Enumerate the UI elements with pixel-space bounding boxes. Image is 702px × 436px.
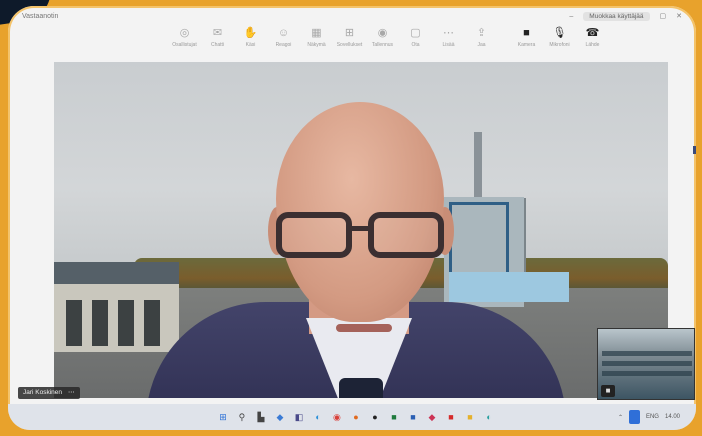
toolbar-camera-button[interactable]: ■ Kamera	[510, 26, 543, 60]
title-bar: Vastaanotin – Muokkaa käyttäjää ▢ ✕	[8, 6, 696, 26]
camera-toggle-icon[interactable]: ■	[601, 385, 615, 397]
acrobat-icon[interactable]: ■	[445, 411, 457, 423]
leave-icon: ☎	[585, 27, 600, 39]
window-controls: – Muokkaa käyttäjää ▢ ✕	[569, 11, 682, 21]
toolbar-capture-button[interactable]: ▢ Ota	[399, 26, 432, 60]
files-icon[interactable]: ■	[464, 411, 476, 423]
toolbar-participants-button[interactable]: ◎ Osallistujat	[168, 26, 201, 60]
chat-icon: ✉	[212, 27, 223, 39]
search-icon[interactable]: ⚲	[236, 411, 248, 423]
language-indicator[interactable]: ENG	[646, 414, 659, 420]
toolbar-label: Kamera	[517, 42, 536, 48]
speaker-glasses	[276, 212, 450, 258]
toolbar-view-button[interactable]: ▦ Näkymä	[300, 26, 333, 60]
more-options-icon[interactable]: ⋯	[68, 389, 75, 396]
main-video	[54, 62, 668, 398]
meeting-toolbar: ◎ Osallistujat ✉ Chatti ✋ Käsi ☺ Reagoi ▦ Näkymä ⊞…	[168, 26, 693, 60]
storage-tank	[449, 272, 569, 302]
toolbar-label: Sovellukset	[336, 42, 363, 48]
self-view-video[interactable]: ■	[597, 328, 695, 400]
mast	[524, 198, 526, 278]
participants-icon: ◎	[179, 27, 190, 39]
close-icon[interactable]: ✕	[676, 12, 682, 20]
toolbar-label: Jaa	[477, 42, 486, 48]
toolbar-apps-button[interactable]: ⊞ Sovellukset	[333, 26, 366, 60]
view-icon: ▦	[311, 27, 322, 39]
toolbar-chat-button[interactable]: ✉ Chatti	[201, 26, 234, 60]
warehouse	[54, 262, 179, 352]
monitor-screen: Vastaanotin – Muokkaa käyttäjää ▢ ✕ ◎ Osa…	[8, 6, 696, 430]
toolbar-mic-button[interactable]: 🎙 Mikrofoni	[543, 26, 576, 60]
react-icon: ☺	[277, 27, 290, 39]
excel-icon[interactable]: ■	[388, 411, 400, 423]
share-icon: ⇪	[476, 27, 487, 39]
edge-icon[interactable]: ◐	[312, 411, 324, 423]
notification-badge[interactable]	[628, 410, 640, 424]
maximize-icon[interactable]: ▢	[660, 12, 667, 20]
start-icon[interactable]: ⊞	[217, 411, 229, 423]
toolbar-label: Osallistujat	[172, 42, 197, 48]
toolbar-share-button[interactable]: ⇪ Jaa	[465, 26, 498, 60]
store-icon[interactable]: ◐	[483, 411, 495, 423]
minimize-icon[interactable]: –	[569, 13, 573, 20]
participant-name: Jari Koskinen	[23, 389, 63, 396]
toolbar-label: Lähde	[585, 42, 600, 48]
plant-frame	[449, 202, 509, 282]
toolbar-label: Chatti	[210, 42, 225, 48]
speaker-tie	[339, 378, 383, 398]
taskbar: ⊞ ⚲ ▙ ◆ ◧ ◐ ◉ ● ● ■ ■ ◆ ■ ■ ◐ ⌃ ENG 14.00	[8, 404, 696, 430]
tray-chevron-icon[interactable]: ⌃	[618, 414, 623, 421]
participant-name-chip[interactable]: Jari Koskinen ⋯	[18, 387, 80, 399]
toolbar-label: Tallennus	[371, 42, 394, 48]
record-icon: ◉	[377, 27, 388, 39]
toolbar-label: Näkymä	[307, 42, 326, 48]
user-chip[interactable]: Muokkaa käyttäjää	[583, 11, 650, 21]
taskview-icon[interactable]: ▙	[255, 411, 267, 423]
widgets-icon[interactable]: ◆	[274, 411, 286, 423]
side-indicator	[693, 146, 696, 154]
notify-icon[interactable]: ◆	[426, 411, 438, 423]
toolbar-label: Reagoi	[275, 42, 292, 48]
camera-icon: ■	[523, 27, 530, 39]
mic-icon: 🎙	[552, 27, 567, 39]
word-icon[interactable]: ■	[407, 411, 419, 423]
toolbar-more-button[interactable]: ⋯ Lisää	[432, 26, 465, 60]
apps-icon: ⊞	[344, 27, 355, 39]
toolbar-hand-button[interactable]: ✋ Käsi	[234, 26, 267, 60]
app-icon[interactable]: ●	[369, 411, 381, 423]
more-icon: ⋯	[443, 27, 454, 39]
taskbar-apps: ⊞ ⚲ ▙ ◆ ◧ ◐ ◉ ● ● ■ ■ ◆ ■ ■ ◐	[94, 411, 618, 423]
capture-icon: ▢	[410, 27, 421, 39]
window-title: Vastaanotin	[22, 12, 59, 20]
toolbar-react-button[interactable]: ☺ Reagoi	[267, 26, 300, 60]
toolbar-label: Käsi	[245, 42, 256, 48]
toolbar-label: Lisää	[442, 42, 455, 48]
toolbar-record-button[interactable]: ◉ Tallennus	[366, 26, 399, 60]
chrome-icon[interactable]: ◉	[331, 411, 343, 423]
toolbar-label: Ota	[411, 42, 420, 48]
clock[interactable]: 14.00	[665, 414, 680, 420]
speaker-mouth	[336, 324, 392, 332]
system-tray: ⌃ ENG 14.00	[618, 410, 680, 424]
firefox-icon[interactable]: ●	[350, 411, 362, 423]
teams-icon[interactable]: ◧	[293, 411, 305, 423]
toolbar-label: Mikrofoni	[549, 42, 570, 48]
toolbar-leave-button[interactable]: ☎ Lähde	[576, 26, 609, 60]
hand-icon: ✋	[243, 27, 258, 39]
